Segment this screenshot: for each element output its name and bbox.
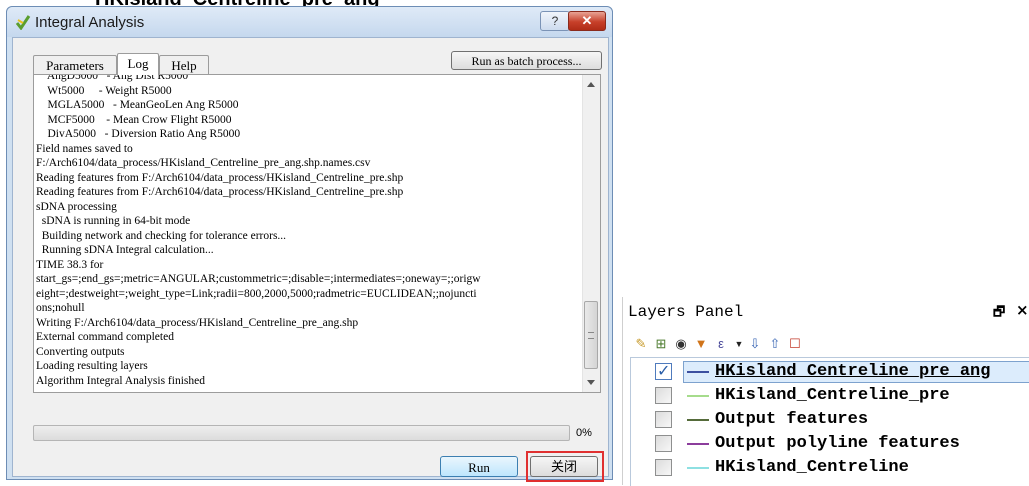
layer-visibility-checkbox[interactable] xyxy=(655,435,672,452)
layer-visibility-checkbox[interactable]: ✓ xyxy=(655,361,672,380)
expression-filter-icon[interactable]: ε xyxy=(713,336,729,352)
qgis-app-icon xyxy=(15,15,31,30)
close-button[interactable]: 关闭 xyxy=(530,456,598,477)
log-line: DivA5000 - Diversion Ratio Ang R5000 xyxy=(36,128,241,140)
layer-row[interactable]: ✓ HKisland_Centreline_pre_ang xyxy=(655,360,1029,384)
layer-name: HKisland_Centreline xyxy=(715,458,909,477)
layer-name: Output features xyxy=(715,410,869,429)
log-line: Reading features from F:/Arch6104/data_p… xyxy=(36,171,404,184)
layer-visibility-checkbox[interactable] xyxy=(655,459,672,476)
progress-label: 0% xyxy=(576,427,592,439)
dropdown-icon[interactable]: ▼ xyxy=(731,336,747,352)
log-line: Field names saved to xyxy=(36,142,133,155)
layers-panel-title: Layers Panel xyxy=(628,303,744,321)
log-line: Wt5000 - Weight R5000 xyxy=(36,84,172,97)
line-symbol-icon xyxy=(687,395,709,397)
log-line: sDNA is running in 64-bit mode xyxy=(36,215,191,227)
log-line: Reading features from F:/Arch6104/data_p… xyxy=(36,186,404,198)
run-as-batch-button[interactable]: Run as batch process... xyxy=(451,51,602,70)
log-line: sDNA processing xyxy=(36,200,117,213)
log-line: TIME 38.3 for xyxy=(36,258,104,271)
scroll-down-icon[interactable] xyxy=(587,380,595,385)
log-line: Writing F:/Arch6104/data_process/HKislan… xyxy=(36,316,359,329)
layer-row[interactable]: HKisland_Centreline xyxy=(655,456,1029,480)
progress-bar xyxy=(33,425,570,441)
collapse-all-icon[interactable]: ⇧ xyxy=(767,336,783,352)
expand-all-icon[interactable]: ⇩ xyxy=(747,336,763,352)
line-symbol-icon xyxy=(687,443,709,445)
integral-analysis-dialog: Integral Analysis ? ✕ Parameters Log Hel… xyxy=(6,6,613,482)
close-window-button[interactable]: ✕ xyxy=(568,11,606,31)
log-text: AngD5000 - Ang Dist R5000 Wt5000 - Weigh… xyxy=(36,74,584,388)
remove-layer-icon[interactable]: ☐ xyxy=(787,336,803,352)
layers-panel: Layers Panel 🗗 × ✎ ⊞ ◉ ▼ ε ▼ ⇩ ⇧ ☐ ✓ HKis… xyxy=(622,297,1029,486)
layer-name: Output polyline features xyxy=(715,434,960,453)
help-button[interactable]: ? xyxy=(540,11,570,31)
close-panel-icon[interactable]: × xyxy=(1016,301,1029,319)
layer-row[interactable]: HKisland_Centreline_pre xyxy=(655,384,1029,408)
log-line: MGLA5000 - MeanGeoLen Ang R5000 xyxy=(36,99,239,111)
run-button[interactable]: Run xyxy=(440,456,518,477)
tab-parameters[interactable]: Parameters xyxy=(33,55,117,74)
titlebar[interactable]: Integral Analysis ? ✕ xyxy=(7,7,612,37)
log-line: MCF5000 - Mean Crow Flight R5000 xyxy=(36,113,232,126)
layer-name: HKisland_Centreline_pre_ang xyxy=(715,362,991,381)
tab-help[interactable]: Help xyxy=(159,55,209,74)
log-line: Loading resulting layers xyxy=(36,360,148,372)
filter-icon[interactable]: ▼ xyxy=(693,336,709,352)
layer-name: HKisland_Centreline_pre xyxy=(715,386,950,405)
dialog-client-area: Parameters Log Help Run as batch process… xyxy=(12,37,609,482)
log-line: eight=;destweight=;weight_type=Link;radi… xyxy=(36,287,477,300)
log-line: Building network and checking for tolera… xyxy=(36,229,287,242)
dialog-title: Integral Analysis xyxy=(35,14,145,31)
style-icon[interactable]: ✎ xyxy=(633,336,649,352)
line-symbol-icon xyxy=(687,371,709,373)
layer-visibility-checkbox[interactable] xyxy=(655,411,672,428)
log-line: External command completed xyxy=(36,331,174,343)
float-panel-icon[interactable]: 🗗 xyxy=(993,303,1005,325)
log-line: Algorithm Integral Analysis finished xyxy=(36,374,205,387)
layer-row[interactable]: Output polyline features xyxy=(655,432,1029,456)
layer-row[interactable]: Output features xyxy=(655,408,1029,432)
log-line: start_gs=;end_gs=;metric=ANGULAR;customm… xyxy=(36,273,481,285)
line-symbol-icon xyxy=(687,419,709,421)
add-group-icon[interactable]: ⊞ xyxy=(653,336,669,352)
tab-log[interactable]: Log xyxy=(117,53,159,75)
log-scrollbar[interactable] xyxy=(582,75,600,392)
log-output[interactable]: AngD5000 - Ang Dist R5000 Wt5000 - Weigh… xyxy=(33,74,601,393)
log-line: AngD5000 - Ang Dist R5000 xyxy=(36,74,189,82)
log-line: F:/Arch6104/data_process/HKisland_Centre… xyxy=(36,157,371,169)
layer-tree: ✓ HKisland_Centreline_pre_ang HKisland_Cen… xyxy=(630,357,1029,486)
line-symbol-icon xyxy=(687,467,709,469)
log-line: Running sDNA Integral calculation... xyxy=(36,244,214,256)
eye-icon[interactable]: ◉ xyxy=(673,336,689,352)
checkmark-icon: ✓ xyxy=(657,361,671,380)
scroll-thumb[interactable] xyxy=(584,301,598,369)
log-line: ons;nohull xyxy=(36,302,85,314)
layer-visibility-checkbox[interactable] xyxy=(655,387,672,404)
scroll-up-icon[interactable] xyxy=(587,82,595,87)
log-line: Converting outputs xyxy=(36,345,125,358)
